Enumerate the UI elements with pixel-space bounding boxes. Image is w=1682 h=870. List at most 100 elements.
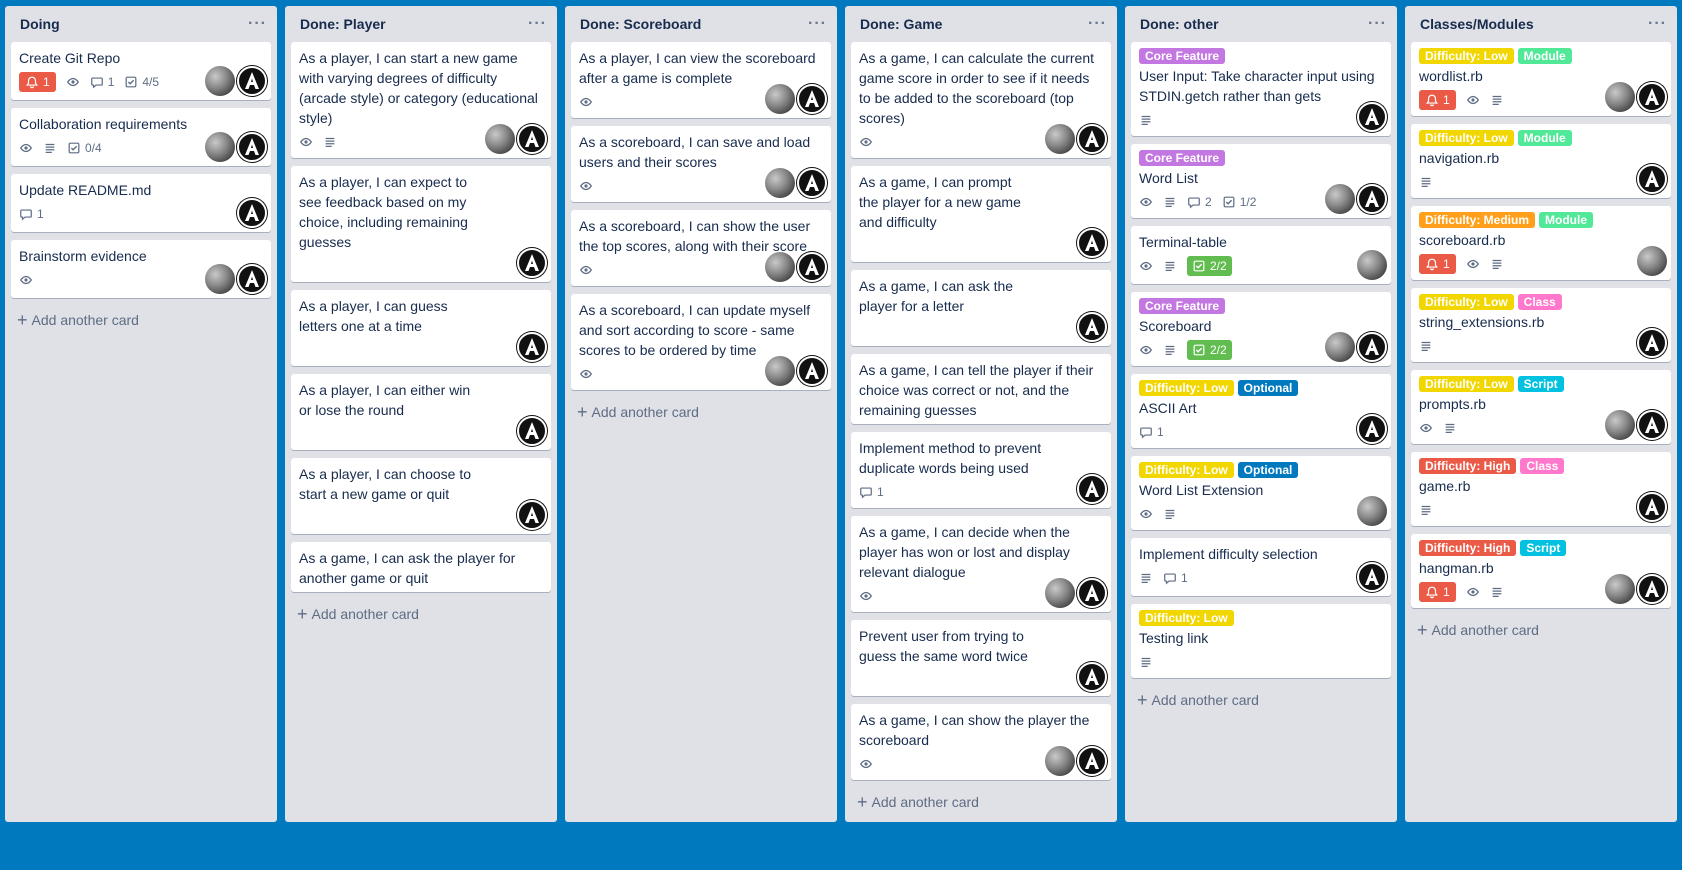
avatar-logo[interactable] [797,168,827,198]
card[interactable]: As a game, I can ask the player for anot… [291,542,551,592]
card-label[interactable]: Core Feature [1139,48,1226,64]
avatar-logo[interactable] [517,416,547,446]
card-label[interactable]: Script [1520,540,1567,556]
avatar-logo[interactable] [1077,662,1107,692]
avatar-logo[interactable] [1077,474,1107,504]
card[interactable]: Difficulty: High Class game.rb [1411,452,1671,526]
list-title[interactable]: Doing [20,16,60,32]
avatar-logo[interactable] [237,132,267,162]
avatar[interactable] [1325,332,1355,362]
card[interactable]: Update README.md 1 [11,174,271,232]
card[interactable]: Core Feature User Input: Take character i… [1131,42,1391,136]
card[interactable]: Implement difficulty selection 1 [1131,538,1391,596]
avatar-logo[interactable] [1357,562,1387,592]
avatar[interactable] [1605,82,1635,112]
card-label[interactable]: Difficulty: High [1419,458,1517,474]
avatar-logo[interactable] [1637,492,1667,522]
avatar-logo[interactable] [1637,164,1667,194]
card-label[interactable]: Optional [1237,380,1299,396]
avatar[interactable] [1325,184,1355,214]
avatar-logo[interactable] [517,500,547,530]
add-card-button[interactable]: + Add another card [571,398,831,426]
avatar[interactable] [1357,496,1387,526]
card-label[interactable]: Module [1539,212,1593,228]
avatar-logo[interactable] [1077,228,1107,258]
card[interactable]: As a game, I can tell the player if thei… [851,354,1111,424]
avatar[interactable] [205,132,235,162]
avatar-logo[interactable] [1357,414,1387,444]
list-menu-icon[interactable]: ··· [1088,16,1107,32]
avatar[interactable] [765,84,795,114]
avatar-logo[interactable] [797,356,827,386]
card[interactable]: As a player, I can start a new game with… [291,42,551,158]
card-label[interactable]: Difficulty: Low [1419,48,1514,64]
avatar[interactable] [1605,410,1635,440]
avatar-logo[interactable] [1077,124,1107,154]
card[interactable]: As a player, I can guess letters one at … [291,290,551,366]
card[interactable]: As a player, I can either win or lose th… [291,374,551,450]
avatar-logo[interactable] [1637,82,1667,112]
card[interactable]: Difficulty: Low Class string_extensions.rb [1411,288,1671,362]
add-card-button[interactable]: + Add another card [1411,616,1671,644]
avatar-logo[interactable] [237,198,267,228]
card[interactable]: As a player, I can expect to see feedbac… [291,166,551,282]
list-title[interactable]: Done: other [1140,16,1219,32]
card[interactable]: As a game, I can calculate the current g… [851,42,1111,158]
avatar[interactable] [1045,746,1075,776]
avatar[interactable] [1605,574,1635,604]
list-title[interactable]: Done: Scoreboard [580,16,701,32]
avatar[interactable] [765,168,795,198]
card[interactable]: Difficulty: High Script hangman.rb 1 [1411,534,1671,608]
add-card-button[interactable]: + Add another card [291,600,551,628]
card-label[interactable]: Class [1517,294,1562,310]
avatar-logo[interactable] [1077,746,1107,776]
avatar[interactable] [1045,124,1075,154]
card[interactable]: Terminal-table 2/2 [1131,226,1391,284]
avatar-logo[interactable] [1357,184,1387,214]
list-menu-icon[interactable]: ··· [528,16,547,32]
card[interactable]: As a game, I can show the player the sco… [851,704,1111,780]
avatar-logo[interactable] [1077,578,1107,608]
card[interactable]: Difficulty: Medium Module scoreboard.rb 1 [1411,206,1671,280]
add-card-button[interactable]: + Add another card [851,788,1111,816]
avatar[interactable] [765,356,795,386]
list-menu-icon[interactable]: ··· [1648,16,1667,32]
card[interactable]: Difficulty: Low Optional Word List Extensi… [1131,456,1391,530]
card-label[interactable]: Module [1517,130,1572,146]
card[interactable]: Collaboration requirements 0/4 [11,108,271,166]
avatar[interactable] [1637,246,1667,276]
card[interactable]: As a scoreboard, I can update myself and… [571,294,831,390]
card[interactable]: Core Feature Scoreboard 2/2 [1131,292,1391,366]
list-menu-icon[interactable]: ··· [1368,16,1387,32]
avatar[interactable] [1045,578,1075,608]
list-menu-icon[interactable]: ··· [248,16,267,32]
card[interactable]: Difficulty: Low Module wordlist.rb 1 [1411,42,1671,116]
avatar-logo[interactable] [1637,574,1667,604]
card[interactable]: Brainstorm evidence [11,240,271,298]
avatar-logo[interactable] [237,66,267,96]
card[interactable]: Difficulty: Low Script prompts.rb [1411,370,1671,444]
card-label[interactable]: Difficulty: Low [1419,376,1514,392]
card[interactable]: Implement method to prevent duplicate wo… [851,432,1111,508]
add-card-button[interactable]: + Add another card [1131,686,1391,714]
card[interactable]: Core Feature Word List 2 1/2 [1131,144,1391,218]
card-label[interactable]: Core Feature [1139,150,1226,166]
avatar-logo[interactable] [1637,410,1667,440]
card[interactable]: As a scoreboard, I can show the user the… [571,210,831,286]
card-label[interactable]: Script [1517,376,1564,392]
avatar-logo[interactable] [1077,312,1107,342]
card-label[interactable]: Difficulty: Medium [1419,212,1535,228]
avatar-logo[interactable] [237,264,267,294]
card[interactable]: As a player, I can view the scoreboard a… [571,42,831,118]
card-label[interactable]: Difficulty: Low [1139,462,1234,478]
card[interactable]: As a game, I can ask the player for a le… [851,270,1111,346]
avatar[interactable] [485,124,515,154]
card-label[interactable]: Core Feature [1139,298,1226,314]
avatar[interactable] [205,66,235,96]
card[interactable]: Prevent user from trying to guess the sa… [851,620,1111,696]
list-menu-icon[interactable]: ··· [808,16,827,32]
avatar-logo[interactable] [797,84,827,114]
card[interactable]: Difficulty: Low Testing link [1131,604,1391,678]
list-title[interactable]: Done: Player [300,16,386,32]
card[interactable]: Create Git Repo 1 1 4/5 [11,42,271,100]
